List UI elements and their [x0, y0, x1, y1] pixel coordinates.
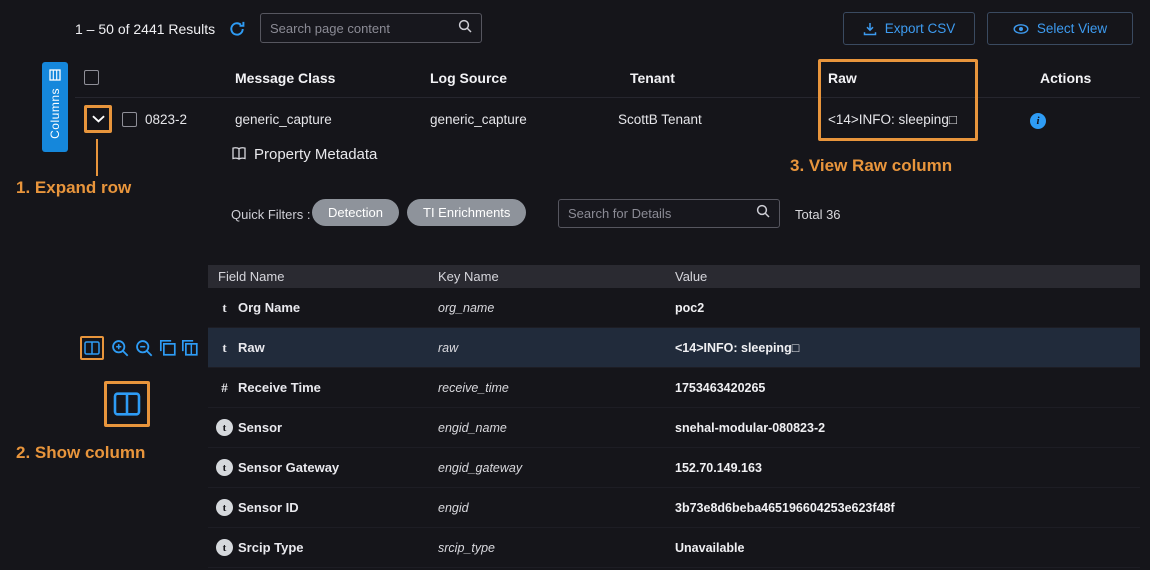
copy-button[interactable] — [159, 339, 176, 356]
text-type-icon: t — [216, 300, 233, 316]
row-checkbox[interactable] — [122, 112, 137, 127]
text-circle-icon: t — [216, 459, 233, 476]
annotation-expand-row: 1. Expand row — [16, 178, 131, 198]
filter-detection[interactable]: Detection — [312, 199, 399, 226]
columns-icon — [113, 392, 141, 416]
select-all-checkbox[interactable] — [84, 70, 99, 85]
row-id: 0823-2 — [145, 112, 187, 127]
export-csv-button[interactable]: Export CSV — [843, 12, 975, 45]
cell-message-class: generic_capture — [235, 112, 332, 127]
page-search-input[interactable] — [270, 21, 452, 36]
field-name: Sensor ID — [238, 500, 438, 515]
search-icon — [756, 204, 770, 223]
total-count: Total 36 — [795, 207, 841, 222]
info-icon[interactable]: i — [1030, 113, 1046, 129]
detail-row-sensor-id[interactable]: t Sensor ID engid 3b73e8d6beba4651966042… — [208, 488, 1140, 528]
header-tenant: Tenant — [630, 70, 675, 86]
detail-row-org-name[interactable]: t Org Name org_name poc2 — [208, 288, 1140, 328]
key-name: engid — [438, 501, 675, 515]
details-search[interactable] — [558, 199, 780, 228]
details-search-input[interactable] — [568, 206, 750, 221]
zoom-in-button[interactable] — [111, 339, 129, 357]
annotation-show-column: 2. Show column — [16, 443, 145, 463]
cell-tenant: ScottB Tenant — [618, 112, 702, 127]
text-type-icon: t — [216, 340, 233, 356]
number-type-icon: # — [216, 380, 233, 396]
field-value: 152.70.149.163 — [675, 461, 1140, 475]
annotation-view-raw-column: 3. View Raw column — [790, 156, 952, 176]
details-header-field: Field Name — [218, 269, 438, 284]
field-name: Raw — [238, 340, 438, 355]
expand-row-button[interactable] — [84, 105, 112, 133]
annotation-connector-line — [96, 139, 98, 176]
select-view-label: Select View — [1037, 21, 1107, 36]
grid-icon — [49, 69, 61, 81]
field-name: Sensor — [238, 420, 438, 435]
export-csv-label: Export CSV — [885, 21, 956, 36]
field-name: Org Name — [238, 300, 438, 315]
key-name: receive_time — [438, 381, 675, 395]
book-icon — [231, 146, 247, 166]
details-table-header: Field Name Key Name Value — [208, 265, 1140, 288]
text-circle-icon: t — [216, 499, 233, 516]
property-metadata-title: Property Metadata — [254, 146, 377, 163]
detail-row-sensor[interactable]: t Sensor engid_name snehal-modular-08082… — [208, 408, 1140, 448]
select-view-button[interactable]: Select View — [987, 12, 1133, 45]
field-value: Unavailable — [675, 541, 1140, 555]
details-header-value: Value — [675, 269, 1140, 284]
text-circle-icon: t — [216, 419, 233, 436]
results-count: 1 – 50 of 2441 Results — [75, 21, 215, 37]
copy-icon — [159, 339, 176, 356]
show-column-tool-zoomed[interactable] — [104, 381, 150, 427]
zoom-out-icon — [135, 339, 153, 357]
search-icon — [458, 19, 472, 38]
chevron-down-icon — [92, 115, 105, 123]
page-search[interactable] — [260, 13, 482, 43]
key-name: engid_name — [438, 421, 675, 435]
detail-row-receive-time[interactable]: # Receive Time receive_time 175346342026… — [208, 368, 1140, 408]
clone-columns-icon — [181, 339, 198, 356]
columns-button-label: Columns — [48, 88, 62, 139]
download-icon — [863, 22, 877, 36]
field-value: 1753463420265 — [675, 381, 1140, 395]
field-value: poc2 — [675, 301, 1140, 315]
cell-log-source: generic_capture — [430, 112, 527, 127]
text-circle-icon: t — [216, 539, 233, 556]
details-table: Field Name Key Name Value t Org Name org… — [208, 265, 1140, 568]
field-value: <14>INFO: sleeping□ — [675, 341, 1140, 355]
columns-icon — [84, 341, 100, 355]
header-actions: Actions — [1040, 70, 1091, 86]
refresh-icon — [229, 21, 245, 37]
header-message-class: Message Class — [235, 70, 335, 86]
key-name: org_name — [438, 301, 675, 315]
header-divider — [75, 97, 1140, 98]
columns-button[interactable]: Columns — [42, 62, 68, 152]
field-value: snehal-modular-080823-2 — [675, 421, 1140, 435]
detail-row-raw[interactable]: t Raw raw <14>INFO: sleeping□ — [208, 328, 1140, 368]
detail-row-srcip-type[interactable]: t Srcip Type srcip_type Unavailable — [208, 528, 1140, 568]
raw-column-highlight-box — [818, 59, 978, 141]
detail-row-sensor-gateway[interactable]: t Sensor Gateway engid_gateway 152.70.14… — [208, 448, 1140, 488]
zoom-in-icon — [111, 339, 129, 357]
filter-ti-enrichments[interactable]: TI Enrichments — [407, 199, 526, 226]
key-name: srcip_type — [438, 541, 675, 555]
clone-columns-button[interactable] — [181, 339, 198, 356]
eye-icon — [1013, 23, 1029, 35]
field-name: Receive Time — [238, 380, 438, 395]
show-column-tool[interactable] — [80, 336, 104, 360]
field-name: Sensor Gateway — [238, 460, 438, 475]
quick-filters-label: Quick Filters : — [231, 207, 310, 222]
refresh-button[interactable] — [229, 21, 245, 37]
key-name: raw — [438, 341, 675, 355]
zoom-out-button[interactable] — [135, 339, 153, 357]
key-name: engid_gateway — [438, 461, 675, 475]
header-log-source: Log Source — [430, 70, 507, 86]
field-name: Srcip Type — [238, 540, 438, 555]
details-header-key: Key Name — [438, 269, 675, 284]
field-value: 3b73e8d6beba465196604253e623f48f — [675, 501, 1140, 515]
